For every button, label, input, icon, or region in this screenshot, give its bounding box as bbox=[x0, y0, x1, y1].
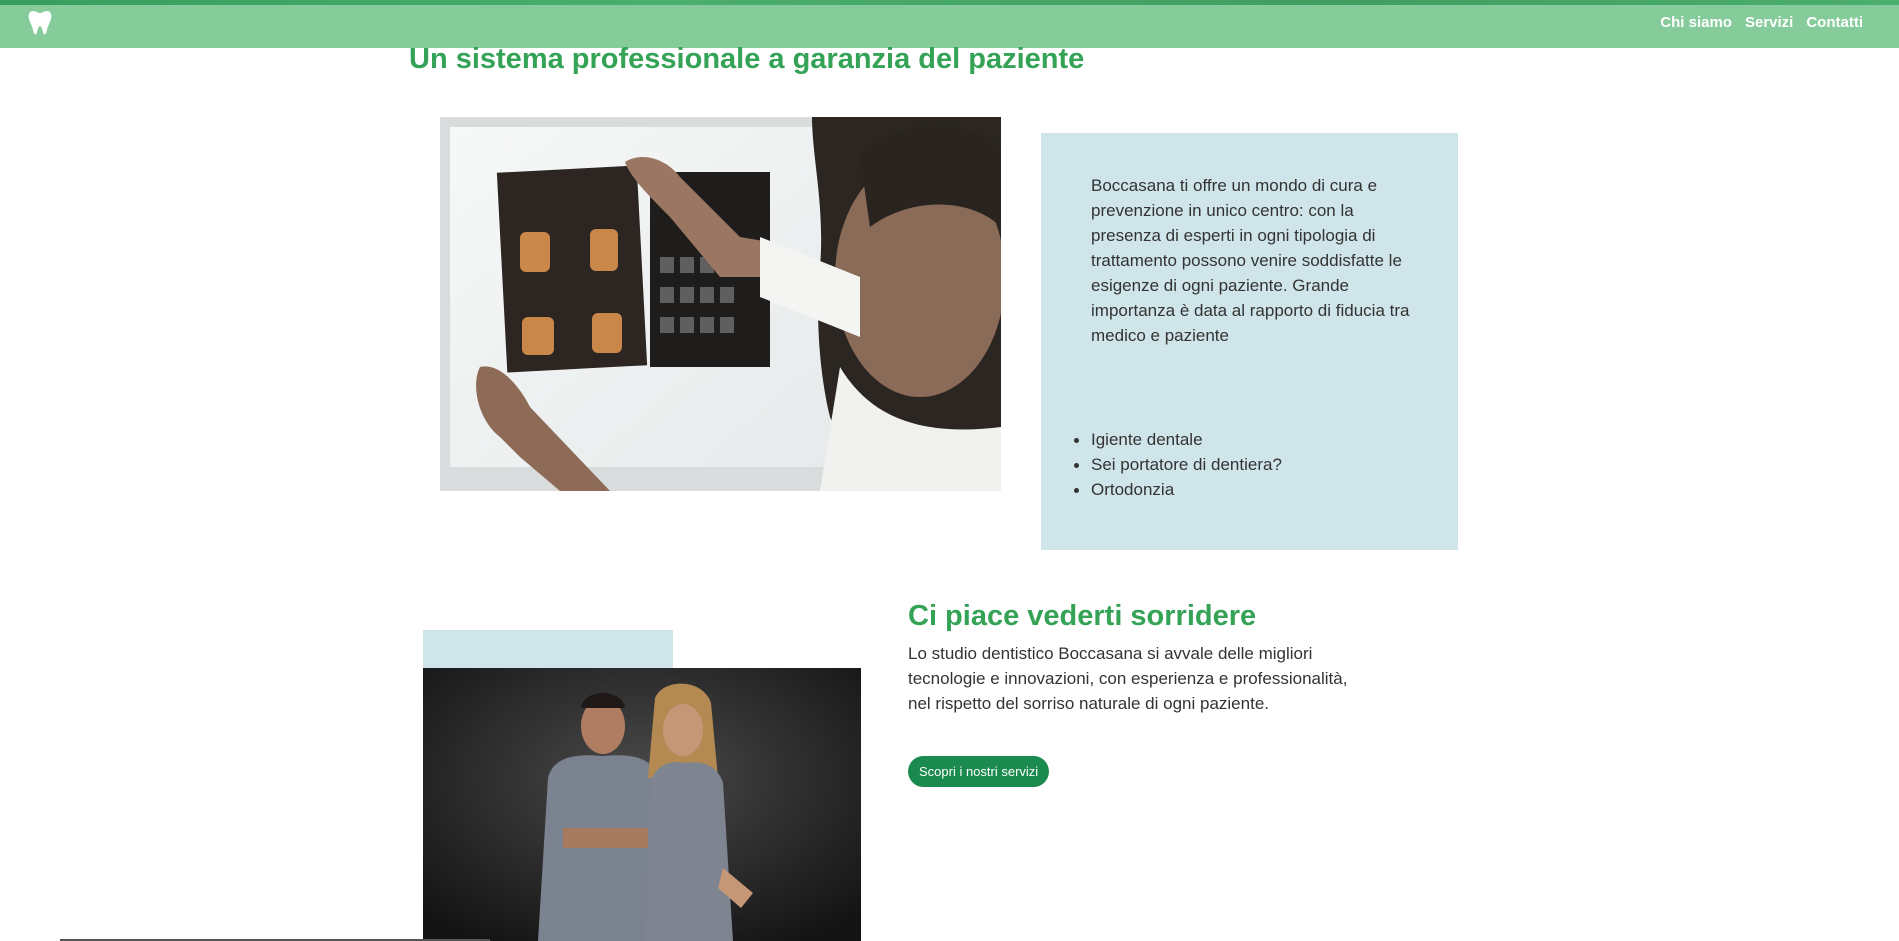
nav-menu: Chi siamo Servizi Contatti bbox=[1660, 14, 1863, 31]
nav-link-contatti[interactable]: Contatti bbox=[1806, 14, 1863, 31]
section-title-professional-system: Un sistema professionale a garanzia del … bbox=[409, 43, 1085, 75]
discover-services-button[interactable]: Scopri i nostri servizi bbox=[908, 756, 1050, 787]
decorative-accent-block bbox=[423, 630, 673, 668]
dental-team-photo bbox=[423, 668, 861, 941]
studio-description: Lo studio dentistico Boccasana si avvale… bbox=[908, 644, 1348, 713]
service-item-igiene: Igiente dentale bbox=[1074, 427, 1282, 452]
services-list: Igiente dentale Sei portatore di dentier… bbox=[1074, 427, 1282, 502]
nav-link-chi-siamo[interactable]: Chi siamo bbox=[1660, 14, 1732, 31]
navbar: Chi siamo Servizi Contatti bbox=[0, 5, 1899, 48]
nav-link-servizi[interactable]: Servizi bbox=[1745, 14, 1793, 31]
tooth-icon[interactable] bbox=[28, 9, 52, 37]
service-item-dentiera: Sei portatore di dentiera? bbox=[1074, 452, 1282, 477]
section-title-smile: Ci piace vederti sorridere bbox=[908, 600, 1257, 632]
info-box: Boccasana ti offre un mondo di cura e pr… bbox=[1041, 133, 1458, 550]
info-description: Boccasana ti offre un mondo di cura e pr… bbox=[1091, 176, 1410, 345]
dentist-xray-photo bbox=[440, 117, 1001, 491]
service-item-ortodonzia: Ortodonzia bbox=[1074, 477, 1282, 502]
